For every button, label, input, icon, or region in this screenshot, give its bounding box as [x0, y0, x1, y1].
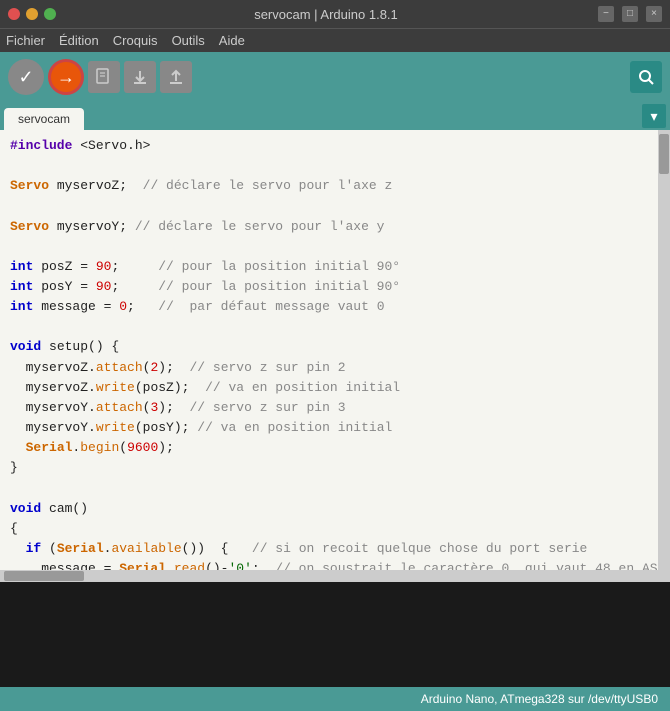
close-dot[interactable]	[8, 8, 20, 20]
window-title: servocam | Arduino 1.8.1	[62, 7, 590, 22]
menu-aide[interactable]: Aide	[219, 33, 245, 48]
save-button[interactable]	[160, 61, 192, 93]
hscroll-thumb[interactable]	[4, 571, 84, 581]
menu-edition[interactable]: Édition	[59, 33, 99, 48]
maximize-dot[interactable]	[44, 8, 56, 20]
open-button[interactable]	[124, 61, 156, 93]
code-editor[interactable]: #include <Servo.h> Servo myservoZ; // dé…	[0, 130, 658, 570]
win-minimize-btn[interactable]: −	[598, 6, 614, 22]
console-area	[0, 582, 670, 687]
horizontal-scrollbar[interactable]	[0, 570, 670, 582]
status-text: Arduino Nano, ATmega328 sur /dev/ttyUSB0	[421, 692, 658, 706]
win-close-btn[interactable]: ×	[646, 6, 662, 22]
tab-servocam[interactable]: servocam	[4, 108, 84, 130]
menu-bar: Fichier Édition Croquis Outils Aide	[0, 28, 670, 52]
status-bar: Arduino Nano, ATmega328 sur /dev/ttyUSB0	[0, 687, 670, 711]
minimize-dot[interactable]	[26, 8, 38, 20]
upload-button[interactable]: →	[48, 59, 84, 95]
verify-button[interactable]: ✓	[8, 59, 44, 95]
code-area: #include <Servo.h> Servo myservoZ; // dé…	[0, 130, 670, 570]
menu-fichier[interactable]: Fichier	[6, 33, 45, 48]
toolbar: ✓ →	[0, 52, 670, 102]
menu-croquis[interactable]: Croquis	[113, 33, 158, 48]
scrollbar[interactable]	[658, 130, 670, 570]
tab-bar: servocam ▾	[0, 102, 670, 130]
scrollbar-thumb[interactable]	[659, 134, 669, 174]
new-button[interactable]	[88, 61, 120, 93]
menu-outils[interactable]: Outils	[172, 33, 205, 48]
title-bar: servocam | Arduino 1.8.1 − □ ×	[0, 0, 670, 28]
search-button[interactable]	[630, 61, 662, 93]
tab-dropdown-button[interactable]: ▾	[642, 104, 666, 128]
win-maximize-btn[interactable]: □	[622, 6, 638, 22]
